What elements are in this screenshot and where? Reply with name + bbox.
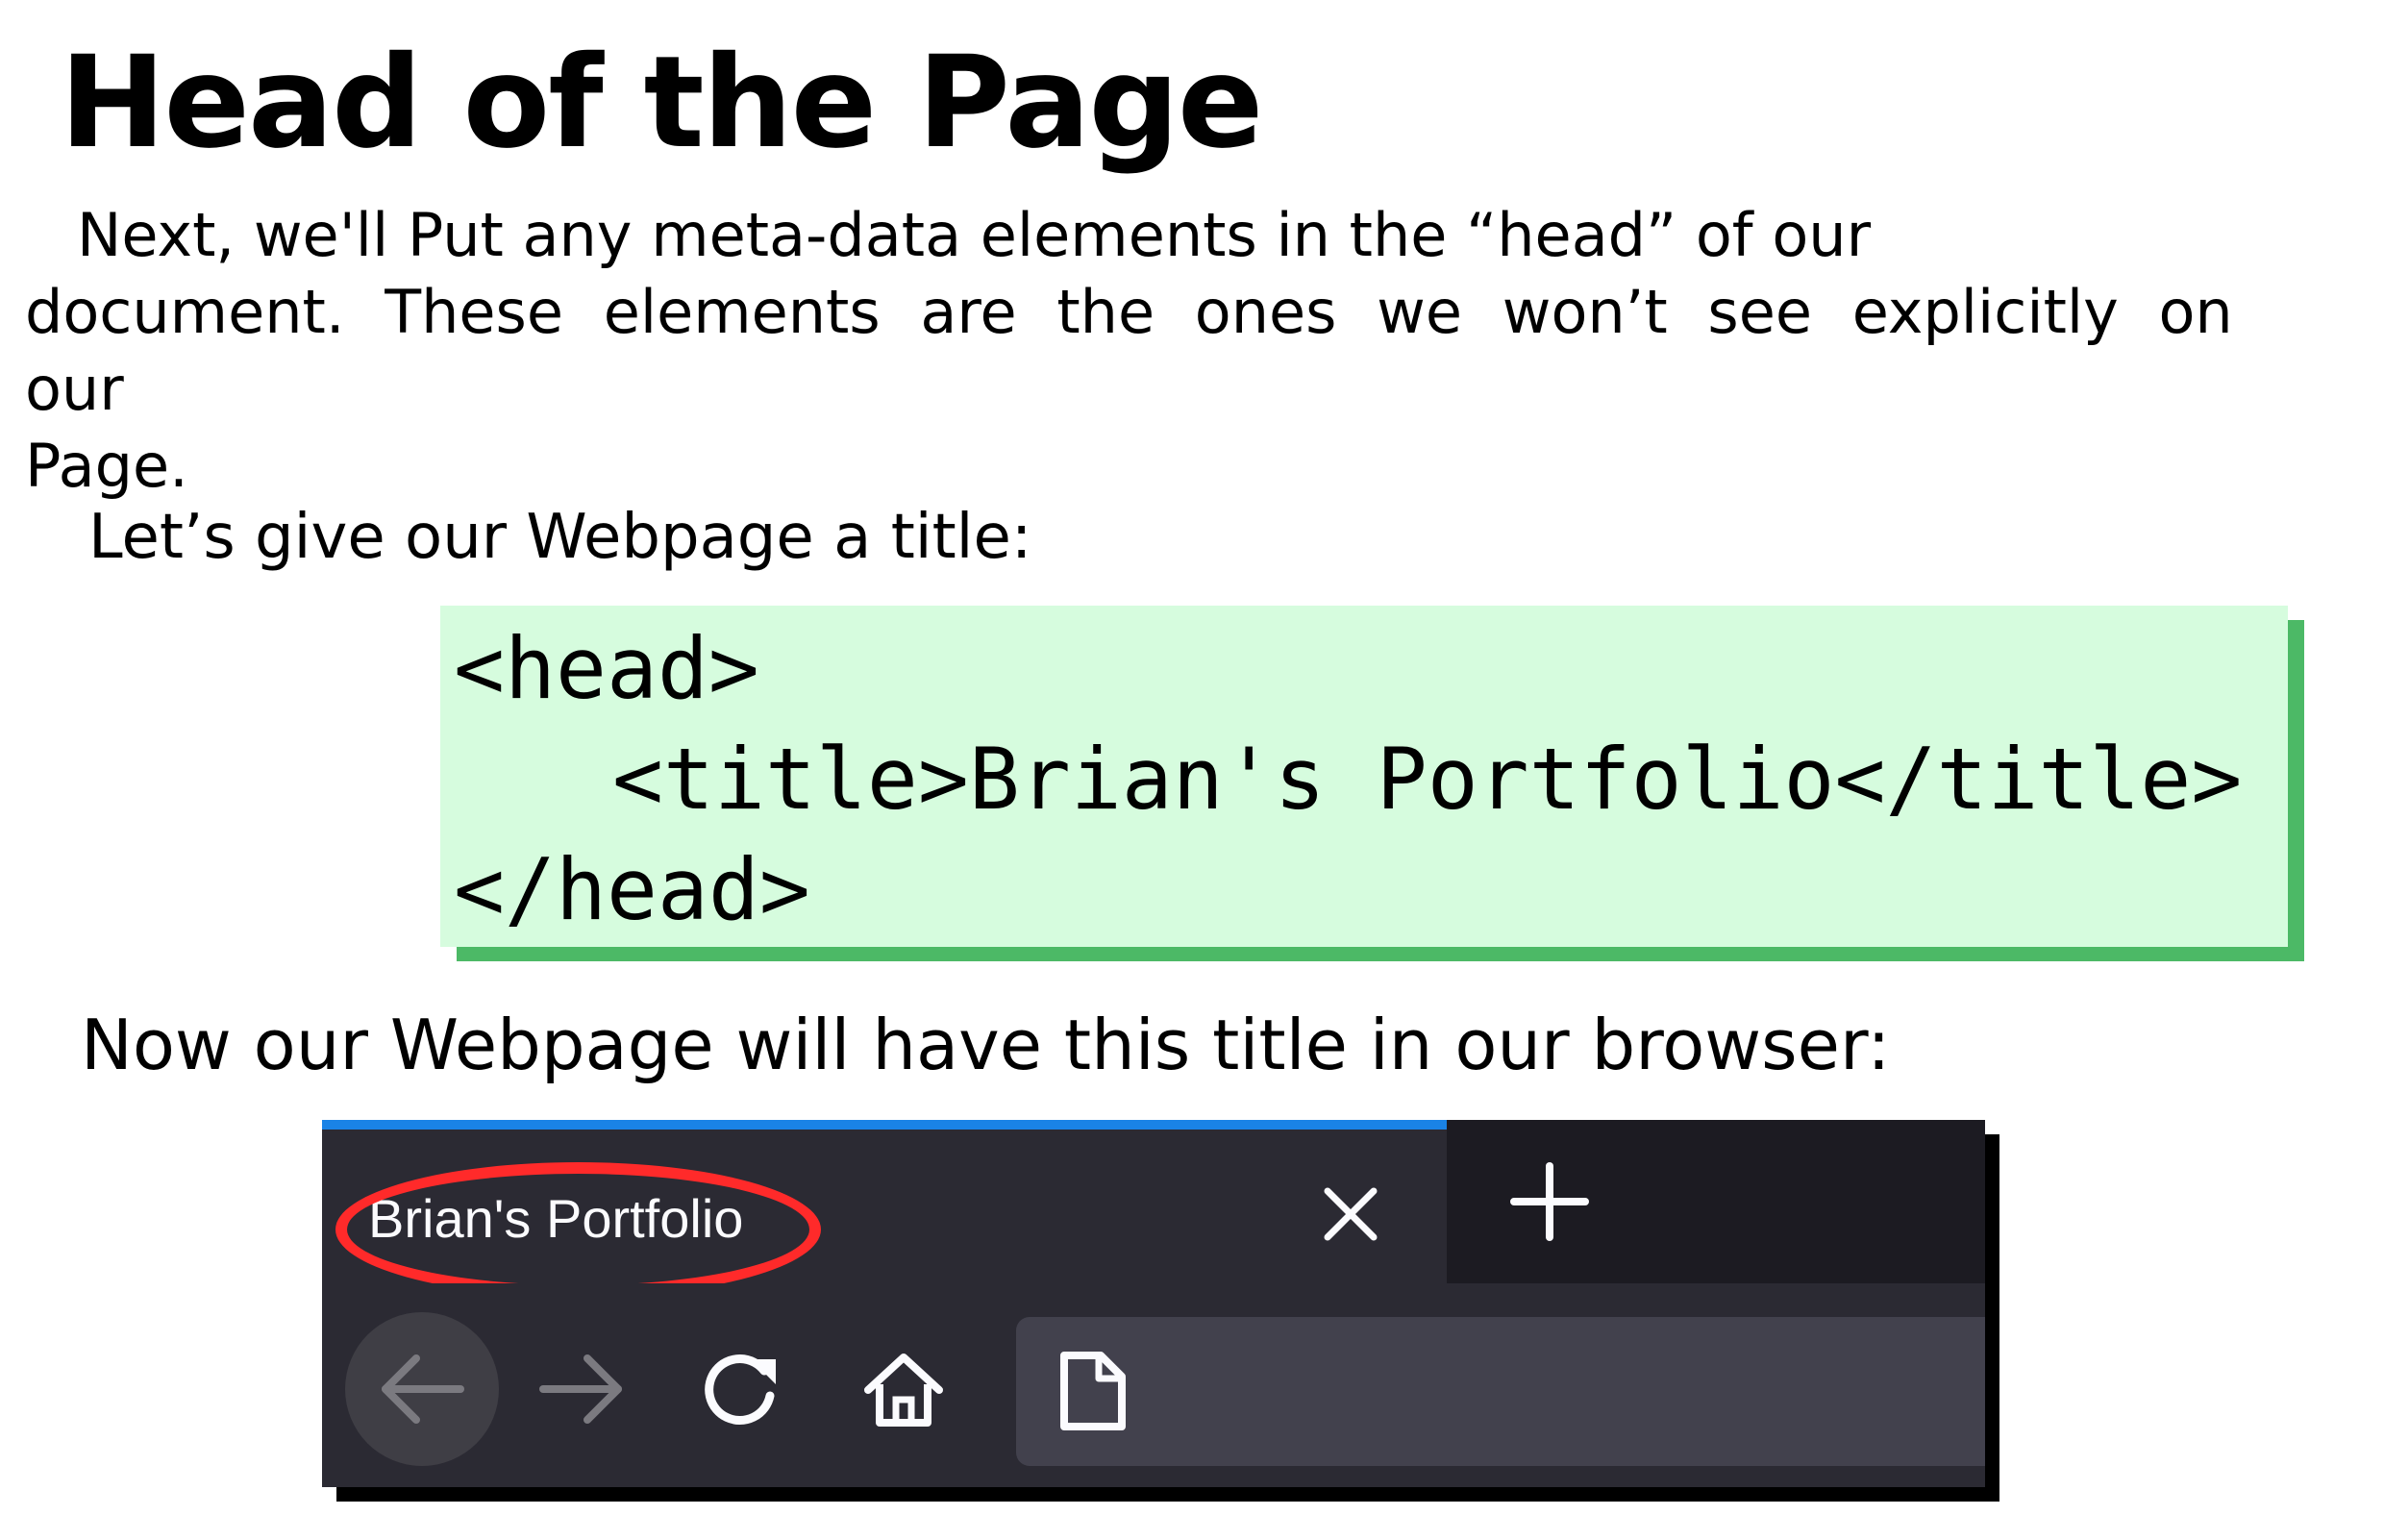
address-bar[interactable] bbox=[1016, 1317, 1985, 1466]
intro-line-1: Next, we'll Put any meta-data elements i… bbox=[77, 200, 1872, 270]
page-icon bbox=[1060, 1352, 1126, 1430]
code-line-title: <title>Brian's Portfolio</title> bbox=[612, 730, 2243, 829]
code-line-head-close: </head> bbox=[454, 840, 810, 939]
forward-arrow-icon bbox=[539, 1354, 622, 1424]
browser-intro-text: Now our Webpage will have this title in … bbox=[81, 1005, 1891, 1085]
intro-paragraph: Next, we'll Put any meta-data elements i… bbox=[25, 197, 2361, 505]
code-line-head-open: <head> bbox=[454, 619, 759, 718]
back-arrow-icon bbox=[382, 1354, 464, 1424]
forward-button[interactable] bbox=[505, 1312, 658, 1466]
plus-icon[interactable] bbox=[1506, 1158, 1593, 1245]
code-block: <head> <title>Brian's Portfolio</title> … bbox=[440, 606, 2288, 947]
intro-line-2: document. These elements are the ones we… bbox=[25, 277, 2233, 424]
home-icon bbox=[864, 1354, 943, 1427]
intro-line-3: Page. bbox=[25, 431, 188, 501]
reload-button[interactable] bbox=[663, 1312, 817, 1466]
browser-screenshot: Brian's Portfolio bbox=[322, 1120, 1985, 1487]
browser-tab[interactable]: Brian's Portfolio bbox=[322, 1120, 1447, 1297]
back-button[interactable] bbox=[345, 1312, 499, 1466]
title-intro-text: Let’s give our Webpage a title: bbox=[88, 502, 1032, 573]
red-circle-highlight bbox=[335, 1162, 821, 1297]
home-button[interactable] bbox=[827, 1312, 981, 1466]
close-icon[interactable] bbox=[1322, 1185, 1379, 1243]
browser-toolbar bbox=[322, 1283, 1985, 1487]
page-heading: Head of the Page bbox=[60, 29, 1263, 177]
reload-icon bbox=[705, 1354, 776, 1426]
